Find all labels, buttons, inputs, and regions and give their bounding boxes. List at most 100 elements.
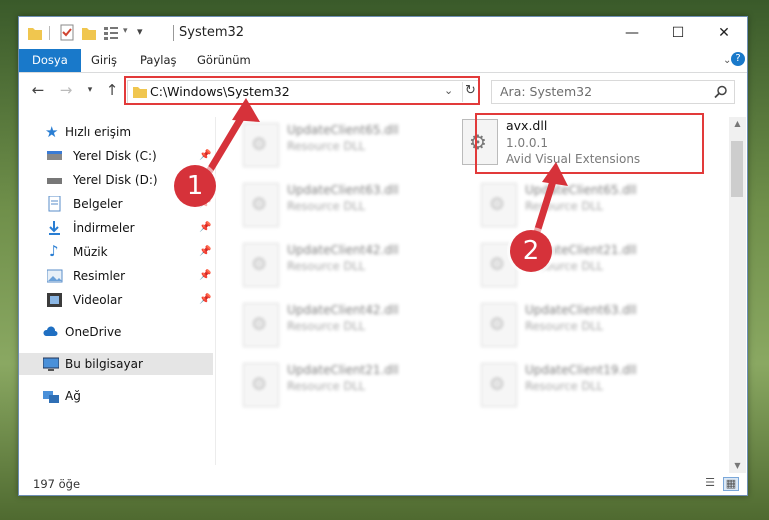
nav-videos[interactable]: Videolar 📌 xyxy=(19,289,213,311)
nav-label: OneDrive xyxy=(65,325,122,339)
nav-onedrive[interactable]: OneDrive xyxy=(19,321,213,343)
file-desc: Resource DLL xyxy=(287,319,366,333)
music-icon: ♪ xyxy=(49,242,59,260)
dll-file-icon xyxy=(481,183,517,227)
file-name: UpdateClient63.dll xyxy=(287,183,399,197)
computer-icon xyxy=(43,357,59,371)
title-separator xyxy=(173,25,174,41)
nav-label: Müzik xyxy=(73,245,108,259)
nav-music[interactable]: ♪ Müzik 📌 xyxy=(19,241,213,263)
forward-button[interactable]: → xyxy=(57,80,75,100)
file-item[interactable]: UpdateClient21.dll Resource DLL xyxy=(239,359,459,411)
file-name: UpdateClient42.dll xyxy=(287,303,399,317)
nav-label: Yerel Disk (D:) xyxy=(73,173,158,187)
nav-label: Bu bilgisayar xyxy=(65,357,143,371)
file-item[interactable]: UpdateClient65.dll Resource DLL xyxy=(477,179,697,231)
ribbon-tabs: Dosya Giriş Paylaş Görünüm ⌄ ? xyxy=(19,49,747,73)
forward-arrow-icon: → xyxy=(59,81,73,99)
nav-this-pc[interactable]: Bu bilgisayar xyxy=(19,353,213,375)
file-item[interactable]: UpdateClient19.dll Resource DLL xyxy=(477,359,697,411)
nav-label: Hızlı erişim xyxy=(65,125,132,139)
videos-icon xyxy=(47,293,62,307)
pin-icon: 📌 xyxy=(199,270,212,281)
file-name: UpdateClient42.dll xyxy=(287,243,399,257)
nav-label: Resimler xyxy=(73,269,126,283)
file-name: UpdateClient19.dll xyxy=(525,363,637,377)
file-item[interactable]: UpdateClient42.dll Resource DLL xyxy=(239,239,459,291)
tab-file[interactable]: Dosya xyxy=(19,49,81,72)
view-options-icon[interactable] xyxy=(103,24,121,42)
back-arrow-icon: ← xyxy=(31,81,45,99)
file-name: UpdateClient63.dll xyxy=(525,303,637,317)
search-input[interactable]: Ara: System32 xyxy=(491,80,735,104)
large-icons-view-icon[interactable]: ▦ xyxy=(723,477,739,491)
new-folder-icon[interactable] xyxy=(81,24,97,42)
file-item[interactable]: UpdateClient42.dll Resource DLL xyxy=(239,299,459,351)
file-name: UpdateClient65.dll xyxy=(287,123,399,137)
up-arrow-icon: ↑ xyxy=(105,81,119,99)
status-bar: 197 öğe ☰ ▦ xyxy=(19,473,747,495)
nav-network[interactable]: Ağ xyxy=(19,385,213,407)
recent-locations-button[interactable]: ▾ xyxy=(81,80,99,100)
file-name: UpdateClient21.dll xyxy=(287,363,399,377)
pin-icon: 📌 xyxy=(199,222,212,233)
tab-view[interactable]: Görünüm xyxy=(197,49,251,72)
nav-label: İndirmeler xyxy=(73,221,135,235)
pin-icon: 📌 xyxy=(199,294,212,305)
nav-quick-access[interactable]: ★ Hızlı erişim xyxy=(19,121,213,143)
file-item[interactable]: UpdateClient63.dll Resource DLL xyxy=(477,299,697,351)
file-desc: Resource DLL xyxy=(287,259,366,273)
qa-separator xyxy=(49,26,50,40)
close-icon: ✕ xyxy=(718,25,730,41)
up-button[interactable]: ↑ xyxy=(103,80,121,100)
drive-icon xyxy=(47,178,62,184)
address-highlight-box xyxy=(124,76,480,105)
search-placeholder: Ara: System32 xyxy=(500,84,593,99)
properties-icon[interactable] xyxy=(59,24,75,42)
customize-toolbar-icon[interactable]: ▾ xyxy=(137,25,143,43)
dll-file-icon xyxy=(243,243,279,287)
search-icon xyxy=(714,85,727,99)
dll-file-icon xyxy=(243,363,279,407)
file-desc: Resource DLL xyxy=(525,379,604,393)
step-badge-2: 2 xyxy=(510,230,552,272)
close-button[interactable]: ✕ xyxy=(701,17,747,49)
maximize-icon: ☐ xyxy=(671,25,685,41)
tab-share[interactable]: Paylaş xyxy=(140,49,177,72)
pin-icon: 📌 xyxy=(199,246,212,257)
nav-local-disk-c[interactable]: Yerel Disk (C:) 📌 xyxy=(19,145,213,167)
drive-icon xyxy=(47,151,62,160)
help-icon[interactable]: ? xyxy=(731,52,745,66)
file-highlight-box xyxy=(475,113,704,174)
nav-downloads[interactable]: İndirmeler 📌 xyxy=(19,217,213,239)
minimize-icon: — xyxy=(625,25,639,41)
qa-dropdown-icon[interactable]: ▾ xyxy=(123,26,128,44)
scroll-thumb[interactable] xyxy=(731,141,743,197)
dll-file-icon xyxy=(481,303,517,347)
file-desc: Resource DLL xyxy=(287,379,366,393)
cloud-icon xyxy=(43,326,58,336)
back-button[interactable]: ← xyxy=(29,80,47,100)
downloads-icon xyxy=(49,221,60,235)
documents-icon xyxy=(48,196,61,212)
scroll-down-icon[interactable]: ▼ xyxy=(729,459,746,473)
nav-pictures[interactable]: Resimler 📌 xyxy=(19,265,213,287)
tab-home[interactable]: Giriş xyxy=(91,49,117,72)
expand-ribbon-icon[interactable]: ⌄ xyxy=(723,49,731,72)
dll-file-icon xyxy=(481,363,517,407)
nav-label: Ağ xyxy=(65,389,81,403)
nav-label: Yerel Disk (C:) xyxy=(73,149,157,163)
chevron-down-icon: ▾ xyxy=(87,85,93,95)
item-count: 197 öğe xyxy=(33,477,81,491)
pictures-icon xyxy=(47,269,63,283)
scroll-up-icon[interactable]: ▲ xyxy=(729,117,746,131)
network-icon xyxy=(43,391,59,403)
minimize-button[interactable]: — xyxy=(609,17,655,49)
details-view-icon[interactable]: ☰ xyxy=(703,477,717,489)
vertical-scrollbar[interactable]: ▲ ▼ xyxy=(729,117,746,473)
title-bar: ▾ ▾ System32 — ☐ ✕ xyxy=(19,17,747,49)
dll-file-icon xyxy=(243,303,279,347)
file-desc: Resource DLL xyxy=(525,319,604,333)
maximize-button[interactable]: ☐ xyxy=(655,17,701,49)
nav-label: Belgeler xyxy=(73,197,123,211)
